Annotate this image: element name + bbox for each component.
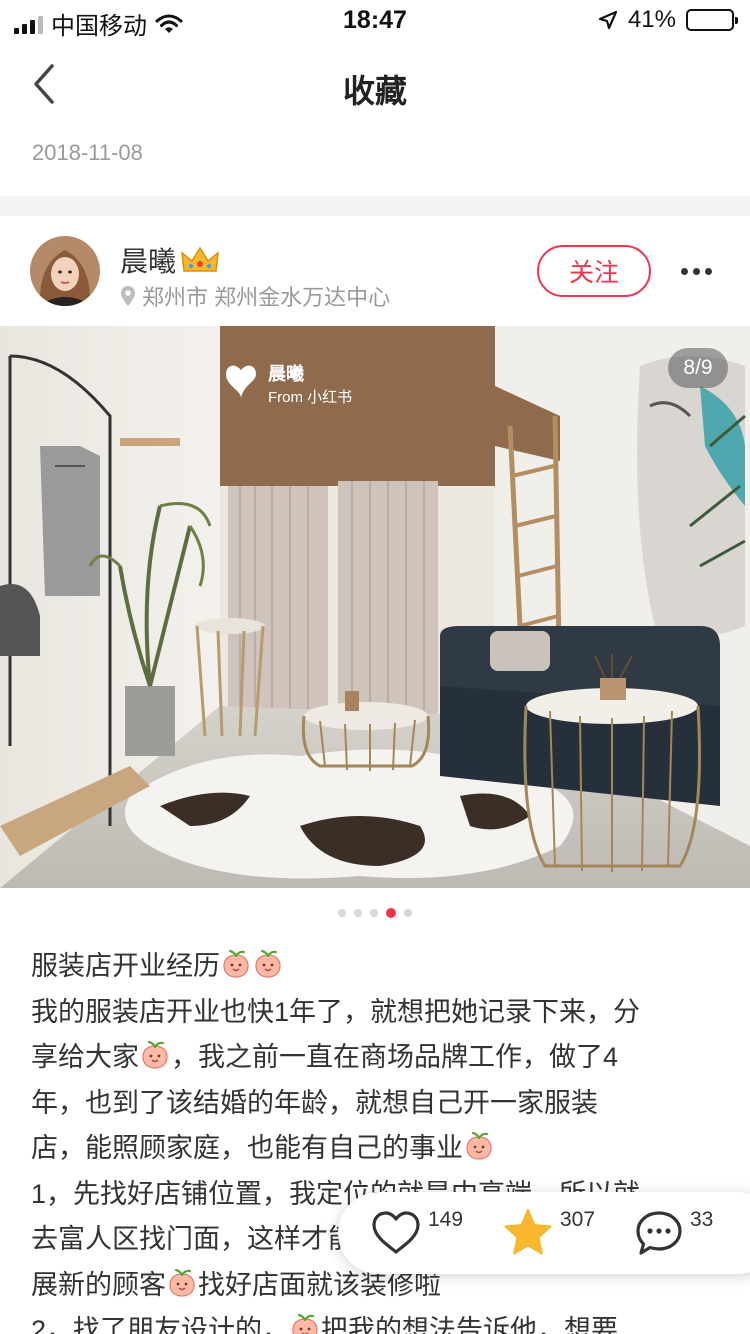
- previous-post-date: 2018-11-08: [32, 140, 143, 165]
- post-text-line: 享给大家 ，我之前一直在商场品牌工作，做了4: [31, 1035, 721, 1081]
- post-location[interactable]: 郑州市 郑州金水万达中心: [120, 280, 390, 312]
- page-title: 收藏: [342, 73, 407, 109]
- follow-button[interactable]: 关注: [537, 245, 651, 297]
- post-body: 服装店开业经历我的服装店开业也快1年了，就想把她记录下来，分 享给大家 ，我之前一直…: [31, 944, 721, 1334]
- location-text: 郑州市 郑州金水万达中心: [142, 285, 391, 310]
- post-text: 店，能照顾家庭，也能有自己的事业: [31, 1133, 463, 1163]
- boutique-interior-photo: [0, 326, 750, 888]
- pagination-dot: [386, 908, 396, 918]
- post-text: ，我之前一直在商场品牌工作，做了4: [171, 1042, 619, 1072]
- nav-bar: 收藏: [0, 40, 750, 128]
- peach-emoji-icon: [169, 1268, 195, 1297]
- star-icon: [504, 1209, 552, 1255]
- post-text-line: 店，能照顾家庭，也能有自己的事业: [31, 1126, 721, 1172]
- like-button[interactable]: 149: [370, 1202, 480, 1262]
- peach-emoji-icon: [292, 1313, 318, 1334]
- peach-emoji-icon: [142, 1040, 168, 1069]
- comment-count: 33: [690, 1208, 714, 1231]
- post-text-line: 我的服装店开业也快1年了，就想把她记录下来，分: [31, 990, 721, 1036]
- location-pin-icon: [121, 286, 135, 306]
- comment-button[interactable]: 33: [634, 1202, 744, 1262]
- collect-count: 307: [560, 1208, 596, 1231]
- watermark-name: 晨曦: [268, 364, 304, 384]
- image-pagination: [0, 908, 750, 918]
- crown-icon: [181, 246, 219, 272]
- peach-emoji-icon: [255, 949, 281, 978]
- post-text: 2，找了朋友设计的，: [31, 1315, 290, 1334]
- watermark-source: From 小红书: [268, 389, 353, 406]
- pagination-dot: [354, 909, 362, 917]
- image-watermark: 晨曦 From 小红书: [222, 360, 352, 407]
- status-bar: 中国移动 18:47 41%: [0, 0, 750, 40]
- collect-button[interactable]: 307: [502, 1202, 612, 1262]
- comment-icon: [636, 1211, 682, 1255]
- post-image[interactable]: 8/9: [0, 326, 750, 888]
- post-text: 我的服装店开业也快1年了，就想把她记录下来，分: [31, 996, 641, 1027]
- avatar[interactable]: [30, 236, 100, 306]
- location-arrow-icon: [598, 10, 618, 30]
- post-text: 年，也到了该结婚的年龄，就想自己开一家服装: [31, 1087, 598, 1118]
- battery-icon: [686, 9, 738, 31]
- post-text-line: 服装店开业经历: [31, 944, 721, 990]
- section-divider: [0, 196, 750, 216]
- post-text: 享给大家: [31, 1042, 139, 1072]
- pagination-dot: [404, 909, 412, 917]
- post-text-line: 2，找了朋友设计的， 把我的想法告诉他，想要: [31, 1308, 721, 1334]
- post-text: 服装店开业经历: [31, 951, 220, 981]
- post-text-line: 年，也到了该结婚的年龄，就想自己开一家服装: [31, 1081, 721, 1127]
- post-text: 去富人区找门面，这样才能发: [31, 1224, 382, 1254]
- pagination-dot: [338, 909, 346, 917]
- peach-emoji-icon: [223, 949, 249, 978]
- post-text: 把我的想法告诉他，想要: [321, 1315, 619, 1334]
- image-counter: 8/9: [668, 348, 728, 388]
- peach-emoji-icon: [466, 1131, 492, 1160]
- pagination-dot: [370, 909, 378, 917]
- author-name[interactable]: 晨曦: [120, 240, 220, 280]
- battery-percent: 41%: [627, 6, 676, 33]
- heart-logo-icon: [226, 365, 256, 398]
- action-bar: 149 307 33: [338, 1192, 750, 1274]
- more-options-button[interactable]: [676, 256, 716, 286]
- heart-icon: [372, 1211, 420, 1254]
- post-text: 展新的顾客: [31, 1269, 166, 1300]
- post-text: 找好店面就该装修啦: [198, 1269, 441, 1300]
- like-count: 149: [428, 1208, 464, 1231]
